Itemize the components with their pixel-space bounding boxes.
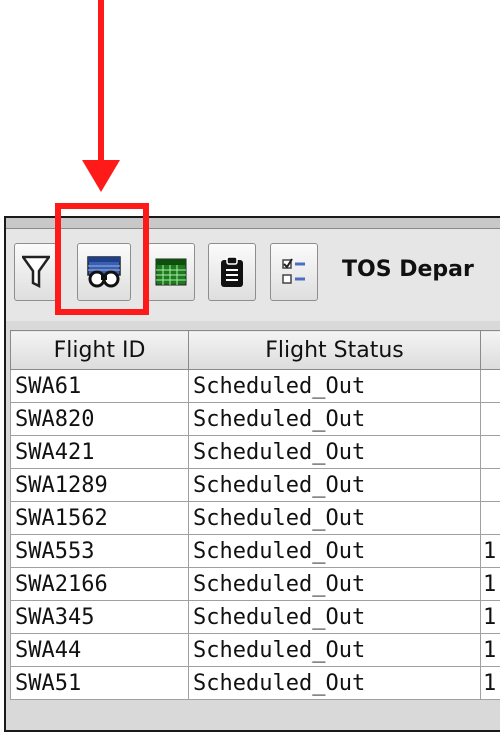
cell-flight-status: Scheduled_Out [189,436,481,469]
column-header-extra[interactable] [481,331,500,370]
cell-extra [481,436,500,469]
down-arrow-icon [82,160,120,192]
cell-flight-status: Scheduled_Out [189,601,481,634]
column-header-flight-id[interactable]: Flight ID [11,331,189,370]
cell-flight-status: Scheduled_Out [189,370,481,403]
cell-extra: 1 [481,667,500,700]
binoculars-icon [86,254,122,290]
cell-extra [481,403,500,436]
cell-flight-id: SWA2166 [11,568,189,601]
table-row[interactable]: SWA51Scheduled_Out1 [11,667,500,700]
table-view-button[interactable] [147,243,195,301]
window-title-strip [6,218,500,229]
table-row[interactable]: SWA553Scheduled_Out1 [11,535,500,568]
table-row[interactable]: SWA421Scheduled_Out [11,436,500,469]
cell-flight-id: SWA44 [11,634,189,667]
cell-flight-status: Scheduled_Out [189,502,481,535]
checklist-button[interactable] [270,243,318,301]
table-row[interactable]: SWA61Scheduled_Out [11,370,500,403]
table-row[interactable]: SWA345Scheduled_Out1 [11,601,500,634]
cell-flight-status: Scheduled_Out [189,634,481,667]
cell-extra [481,469,500,502]
cell-extra: 1 [481,601,500,634]
flight-table: Flight ID Flight Status SWA61Scheduled_O… [10,330,500,700]
column-header-flight-status[interactable]: Flight Status [189,331,481,370]
filter-icon [22,255,50,289]
cell-flight-status: Scheduled_Out [189,403,481,436]
cell-flight-id: SWA553 [11,535,189,568]
table-grid-icon [155,258,187,286]
cell-flight-status: Scheduled_Out [189,469,481,502]
cell-flight-id: SWA61 [11,370,189,403]
toolbar: TOS Depar [6,229,500,321]
checklist-icon [281,258,307,286]
table-row[interactable]: SWA1562Scheduled_Out [11,502,500,535]
cell-flight-status: Scheduled_Out [189,568,481,601]
cell-flight-id: SWA345 [11,601,189,634]
table-header-row: Flight ID Flight Status [11,331,500,370]
filter-button[interactable] [14,243,58,301]
table-row[interactable]: SWA820Scheduled_Out [11,403,500,436]
cell-extra: 1 [481,634,500,667]
table-row[interactable]: SWA1289Scheduled_Out [11,469,500,502]
clipboard-button[interactable] [208,243,256,301]
cell-flight-id: SWA1562 [11,502,189,535]
cell-flight-status: Scheduled_Out [189,667,481,700]
annotation-arrow-shaft [98,0,104,165]
table-row[interactable]: SWA44Scheduled_Out1 [11,634,500,667]
cell-extra [481,502,500,535]
binoculars-button[interactable] [77,243,131,301]
cell-extra: 1 [481,535,500,568]
cell-flight-id: SWA421 [11,436,189,469]
cell-extra: 1 [481,568,500,601]
cell-flight-id: SWA1289 [11,469,189,502]
table-row[interactable]: SWA2166Scheduled_Out1 [11,568,500,601]
toolbar-title: TOS Depar [342,257,474,282]
cell-flight-status: Scheduled_Out [189,535,481,568]
cell-flight-id: SWA51 [11,667,189,700]
clipboard-icon [220,256,244,288]
cell-flight-id: SWA820 [11,403,189,436]
cell-extra [481,370,500,403]
